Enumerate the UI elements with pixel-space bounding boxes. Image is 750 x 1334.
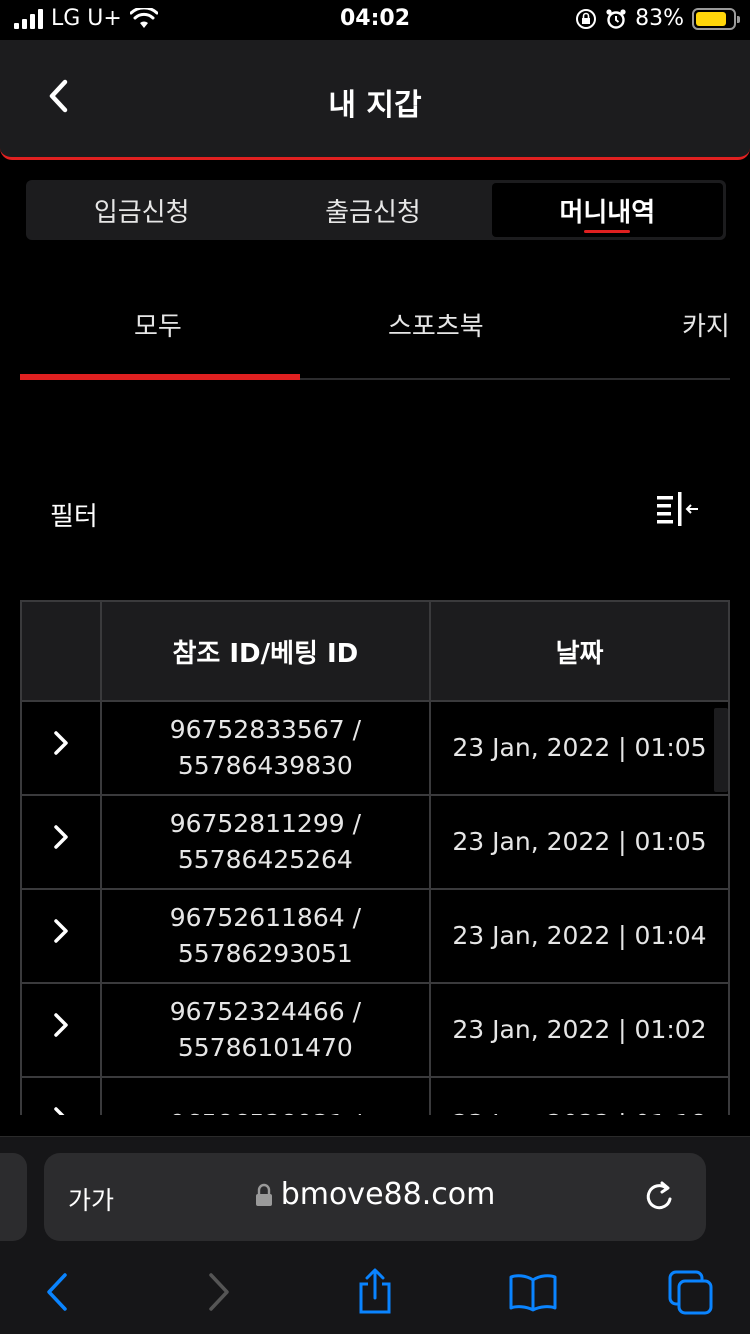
expand-row-button[interactable] bbox=[20, 700, 102, 796]
browser-toolbar bbox=[0, 1267, 750, 1317]
date-cell: 23 Jan, 2022 | 01:05 bbox=[429, 794, 730, 890]
table-row[interactable]: 96586528931 / 23 Jan, 2022 | 01:18 bbox=[20, 1076, 730, 1115]
expand-row-button[interactable] bbox=[20, 1076, 102, 1115]
browser-back-button[interactable] bbox=[32, 1267, 82, 1317]
bet-id: 55786101470 bbox=[177, 1033, 353, 1062]
tabs-icon bbox=[668, 1270, 713, 1315]
battery-icon bbox=[692, 7, 740, 30]
filter-label: 필터 bbox=[50, 502, 98, 532]
book-icon bbox=[509, 1274, 557, 1312]
bet-id: 55786425264 bbox=[177, 845, 353, 874]
ref-bet-id-cell: 96586528931 / bbox=[99, 1076, 432, 1115]
date-cell: 23 Jan, 2022 | 01:05 bbox=[429, 700, 730, 796]
table-row[interactable]: 96752811299 / 55786425264 23 Jan, 2022 | … bbox=[20, 794, 730, 890]
header-date: 날짜 bbox=[429, 600, 730, 702]
chevron-right-icon bbox=[54, 1107, 65, 1115]
status-bar: LG U+ 04:02 83% bbox=[0, 0, 750, 40]
chevron-right-icon bbox=[54, 1013, 68, 1037]
date-cell: 23 Jan, 2022 | 01:02 bbox=[429, 982, 730, 1078]
chevron-right-icon bbox=[54, 919, 68, 943]
table-row[interactable]: 96752324466 / 55786101470 23 Jan, 2022 | … bbox=[20, 982, 730, 1078]
browser-forward-button[interactable] bbox=[194, 1267, 244, 1317]
table-header-row: 참조 ID/베팅 ID 날짜 bbox=[20, 600, 730, 702]
ref-bet-id-cell: 96752833567 / 55786439830 bbox=[99, 700, 432, 796]
table-row[interactable]: 96752833567 / 55786439830 23 Jan, 2022 | … bbox=[20, 700, 730, 796]
tabs-button[interactable] bbox=[666, 1267, 716, 1317]
ref-bet-id-cell: 96752324466 / 55786101470 bbox=[99, 982, 432, 1078]
address-bar[interactable]: 가가 bmove88.com bbox=[44, 1153, 706, 1241]
status-right: 83% bbox=[575, 6, 740, 31]
date-cell: 23 Jan, 2022 | 01:18 bbox=[429, 1076, 730, 1115]
category-tabs: 모두 스포츠북 카지 bbox=[20, 290, 730, 380]
share-icon bbox=[359, 1268, 391, 1314]
tab-all[interactable]: 모두 bbox=[134, 306, 182, 343]
expand-row-button[interactable] bbox=[20, 982, 102, 1078]
bet-id: 55786439830 bbox=[177, 751, 353, 780]
chevron-right-icon bbox=[54, 825, 68, 849]
alarm-icon bbox=[606, 8, 626, 29]
expand-row-button[interactable] bbox=[20, 794, 102, 890]
header-ref-id: 참조 ID/베팅 ID bbox=[99, 600, 432, 702]
ref-id: 96752833567 / bbox=[169, 715, 362, 744]
active-tab-indicator bbox=[20, 374, 300, 380]
chevron-left-icon bbox=[47, 1273, 67, 1311]
previous-tab-peek[interactable] bbox=[0, 1153, 27, 1241]
wallet-header: 내 지갑 bbox=[0, 40, 750, 160]
header-expand bbox=[20, 600, 102, 702]
table-scrollbar[interactable] bbox=[714, 708, 728, 792]
tab-sportsbook[interactable]: 스포츠북 bbox=[388, 306, 484, 343]
ref-id: 96752611864 / bbox=[169, 903, 362, 932]
ref-bet-id-cell: 96752611864 / 55786293051 bbox=[99, 888, 432, 984]
browser-bottom-bar: 가가 bmove88.com bbox=[0, 1136, 750, 1334]
page-title: 내 지갑 bbox=[328, 88, 422, 123]
lock-icon bbox=[255, 1183, 272, 1206]
url-text: bmove88.com bbox=[280, 1177, 496, 1212]
expand-row-button[interactable] bbox=[20, 888, 102, 984]
orientation-lock-icon bbox=[576, 8, 597, 29]
share-button[interactable] bbox=[350, 1267, 400, 1317]
ref-id: 96752324466 / bbox=[169, 997, 362, 1026]
url-display[interactable]: bmove88.com bbox=[44, 1177, 706, 1212]
segment-deposit[interactable]: 입금신청 bbox=[26, 180, 257, 240]
reload-icon[interactable] bbox=[640, 1177, 680, 1217]
tab-casino[interactable]: 카지 bbox=[682, 306, 730, 343]
date-cell: 23 Jan, 2022 | 01:04 bbox=[429, 888, 730, 984]
table-row[interactable]: 96752611864 / 55786293051 23 Jan, 2022 | … bbox=[20, 888, 730, 984]
chevron-right-icon bbox=[54, 731, 68, 755]
bookmarks-button[interactable] bbox=[508, 1267, 558, 1317]
ref-id: 96752811299 / bbox=[169, 809, 362, 838]
segment-money-history[interactable]: 머니내역 bbox=[491, 183, 723, 237]
ref-bet-id-cell: 96752811299 / 55786425264 bbox=[99, 794, 432, 890]
segment-withdraw[interactable]: 출금신청 bbox=[257, 180, 488, 240]
wallet-segment-control: 입금신청 출금신청 머니내역 bbox=[26, 180, 726, 240]
bet-id: 55786293051 bbox=[177, 939, 353, 968]
transaction-table: 참조 ID/베팅 ID 날짜 96752833567 / 55786439830 … bbox=[20, 600, 730, 1115]
battery-percent: 83% bbox=[635, 6, 684, 31]
chevron-right-icon bbox=[209, 1273, 229, 1311]
filter-collapse-icon[interactable] bbox=[654, 490, 700, 530]
ref-id: 96586528931 / bbox=[102, 1106, 429, 1115]
